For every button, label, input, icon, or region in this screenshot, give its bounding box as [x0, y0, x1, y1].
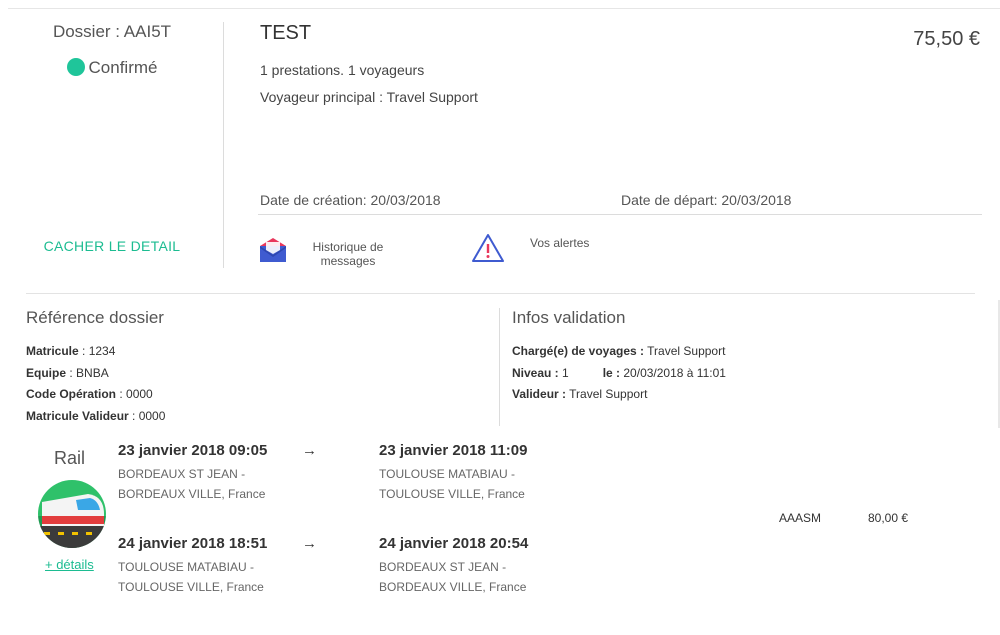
validation-validator-row: Valideur : Travel Support	[512, 384, 726, 406]
validation-key: Niveau :	[512, 365, 559, 380]
reference-value: : 1234	[78, 344, 116, 358]
creation-date: Date de création: 20/03/2018	[260, 192, 441, 208]
rail-label: Rail	[54, 448, 86, 468]
column-divider	[223, 22, 224, 268]
message-history-label-line2: messages	[320, 254, 376, 268]
segment2-arrival-datetime: 24 janvier 2018 20:54	[379, 535, 529, 552]
segment2-departure-place: TOULOUSE MATABIAU - TOULOUSE VILLE, Fran…	[118, 557, 298, 597]
services-summary: 1 prestations. 1 voyageurs	[260, 62, 425, 78]
status-badge: Confirmé	[0, 58, 224, 78]
segment1-arrival-station: TOULOUSE MATABIAU -	[379, 467, 516, 481]
message-history-label-line1: Historique de	[312, 240, 384, 254]
validation-level-row: Niveau : 1 le : 20/03/2018 à 11:01	[512, 363, 726, 385]
segment2-departure-station: TOULOUSE MATABIAU -	[118, 560, 255, 574]
segment1-departure-datetime: 23 janvier 2018 09:05	[118, 442, 268, 459]
message-history-label: Historique de messages	[302, 240, 394, 268]
dossier-title: TEST	[260, 22, 312, 44]
details-link[interactable]: + détails	[45, 557, 94, 572]
reference-value: : BNBA	[66, 365, 109, 380]
segment2-arrow-icon: →	[302, 535, 317, 552]
segment1-arrow-icon: →	[302, 442, 317, 459]
validation-value: Travel Support	[566, 387, 648, 401]
dossier-number: Dossier : AAI5T	[52, 22, 172, 41]
reference-value: : 0000	[128, 408, 166, 423]
departure-date: Date de départ: 20/03/2018	[621, 192, 792, 208]
validation-list: Chargé(e) de voyages : Travel Support Ni…	[512, 341, 726, 406]
main-divider	[258, 214, 982, 215]
validation-key: le :	[602, 365, 621, 380]
warning-triangle-icon	[470, 232, 506, 269]
segment2-departure-city: TOULOUSE VILLE, France	[118, 580, 264, 594]
validation-charge-row: Chargé(e) de voyages : Travel Support	[512, 341, 726, 363]
validation-key: Valideur :	[512, 387, 567, 401]
segment1-arrival-city: TOULOUSE VILLE, France	[379, 487, 525, 501]
message-history-button[interactable]: Historique de messages	[258, 236, 394, 271]
reference-row: Equipe : BNBA	[26, 363, 165, 385]
total-price: 75,50 €	[913, 28, 980, 50]
rail-amount: 80,00 €	[868, 511, 909, 525]
segment2-arrival-city: BORDEAUX VILLE, France	[379, 580, 527, 594]
validation-value: 20/03/2018 à 11:01	[620, 365, 726, 380]
dossier-card: Dossier : AAI5T Confirmé CACHER LE DETAI…	[0, 0, 1000, 635]
validation-key: Chargé(e) de voyages :	[512, 344, 645, 358]
reference-row: Code Opération : 0000	[26, 384, 165, 406]
validation-value: Travel Support	[644, 344, 726, 358]
segment1-departure-station: BORDEAUX ST JEAN -	[118, 467, 246, 481]
envelope-icon	[258, 236, 288, 271]
segment2-arrival-place: BORDEAUX ST JEAN - BORDEAUX VILLE, Franc…	[379, 557, 559, 597]
train-icon	[38, 480, 106, 548]
validation-value: 1	[558, 365, 569, 380]
reference-key: Matricule	[26, 344, 79, 358]
reference-value: : 0000	[116, 387, 153, 401]
segment1-departure-place: BORDEAUX ST JEAN - BORDEAUX VILLE, Franc…	[118, 464, 298, 504]
section-divider	[26, 293, 975, 294]
segment2-departure-datetime: 24 janvier 2018 18:51	[118, 535, 268, 552]
reference-key: Matricule Valideur	[26, 408, 129, 423]
segment1-departure-city: BORDEAUX VILLE, France	[118, 487, 266, 501]
hide-detail-button[interactable]: CACHER LE DETAIL	[0, 238, 224, 254]
validation-title: Infos validation	[512, 308, 626, 327]
rail-fare-code: AAASM	[779, 511, 822, 525]
card-top-border	[8, 8, 1000, 9]
main-traveler: Voyageur principal : Travel Support	[260, 89, 478, 105]
segment2-arrival-station: BORDEAUX ST JEAN -	[379, 560, 507, 574]
reference-list: Matricule : 1234 Equipe : BNBA Code Opér…	[26, 341, 165, 427]
alerts-button[interactable]: Vos alertes	[470, 232, 589, 269]
segment1-arrival-place: TOULOUSE MATABIAU - TOULOUSE VILLE, Fran…	[379, 464, 559, 504]
reference-key: Equipe	[26, 365, 67, 380]
reference-key: Code Opération	[26, 387, 117, 401]
reference-row: Matricule Valideur : 0000	[26, 406, 165, 428]
info-divider	[499, 308, 500, 426]
reference-title: Référence dossier	[26, 308, 164, 327]
alerts-label: Vos alertes	[530, 236, 590, 250]
status-dot-icon	[66, 58, 85, 76]
status-label: Confirmé	[88, 58, 158, 77]
segment1-arrival-datetime: 23 janvier 2018 11:09	[379, 442, 528, 459]
reference-row: Matricule : 1234	[26, 341, 165, 363]
